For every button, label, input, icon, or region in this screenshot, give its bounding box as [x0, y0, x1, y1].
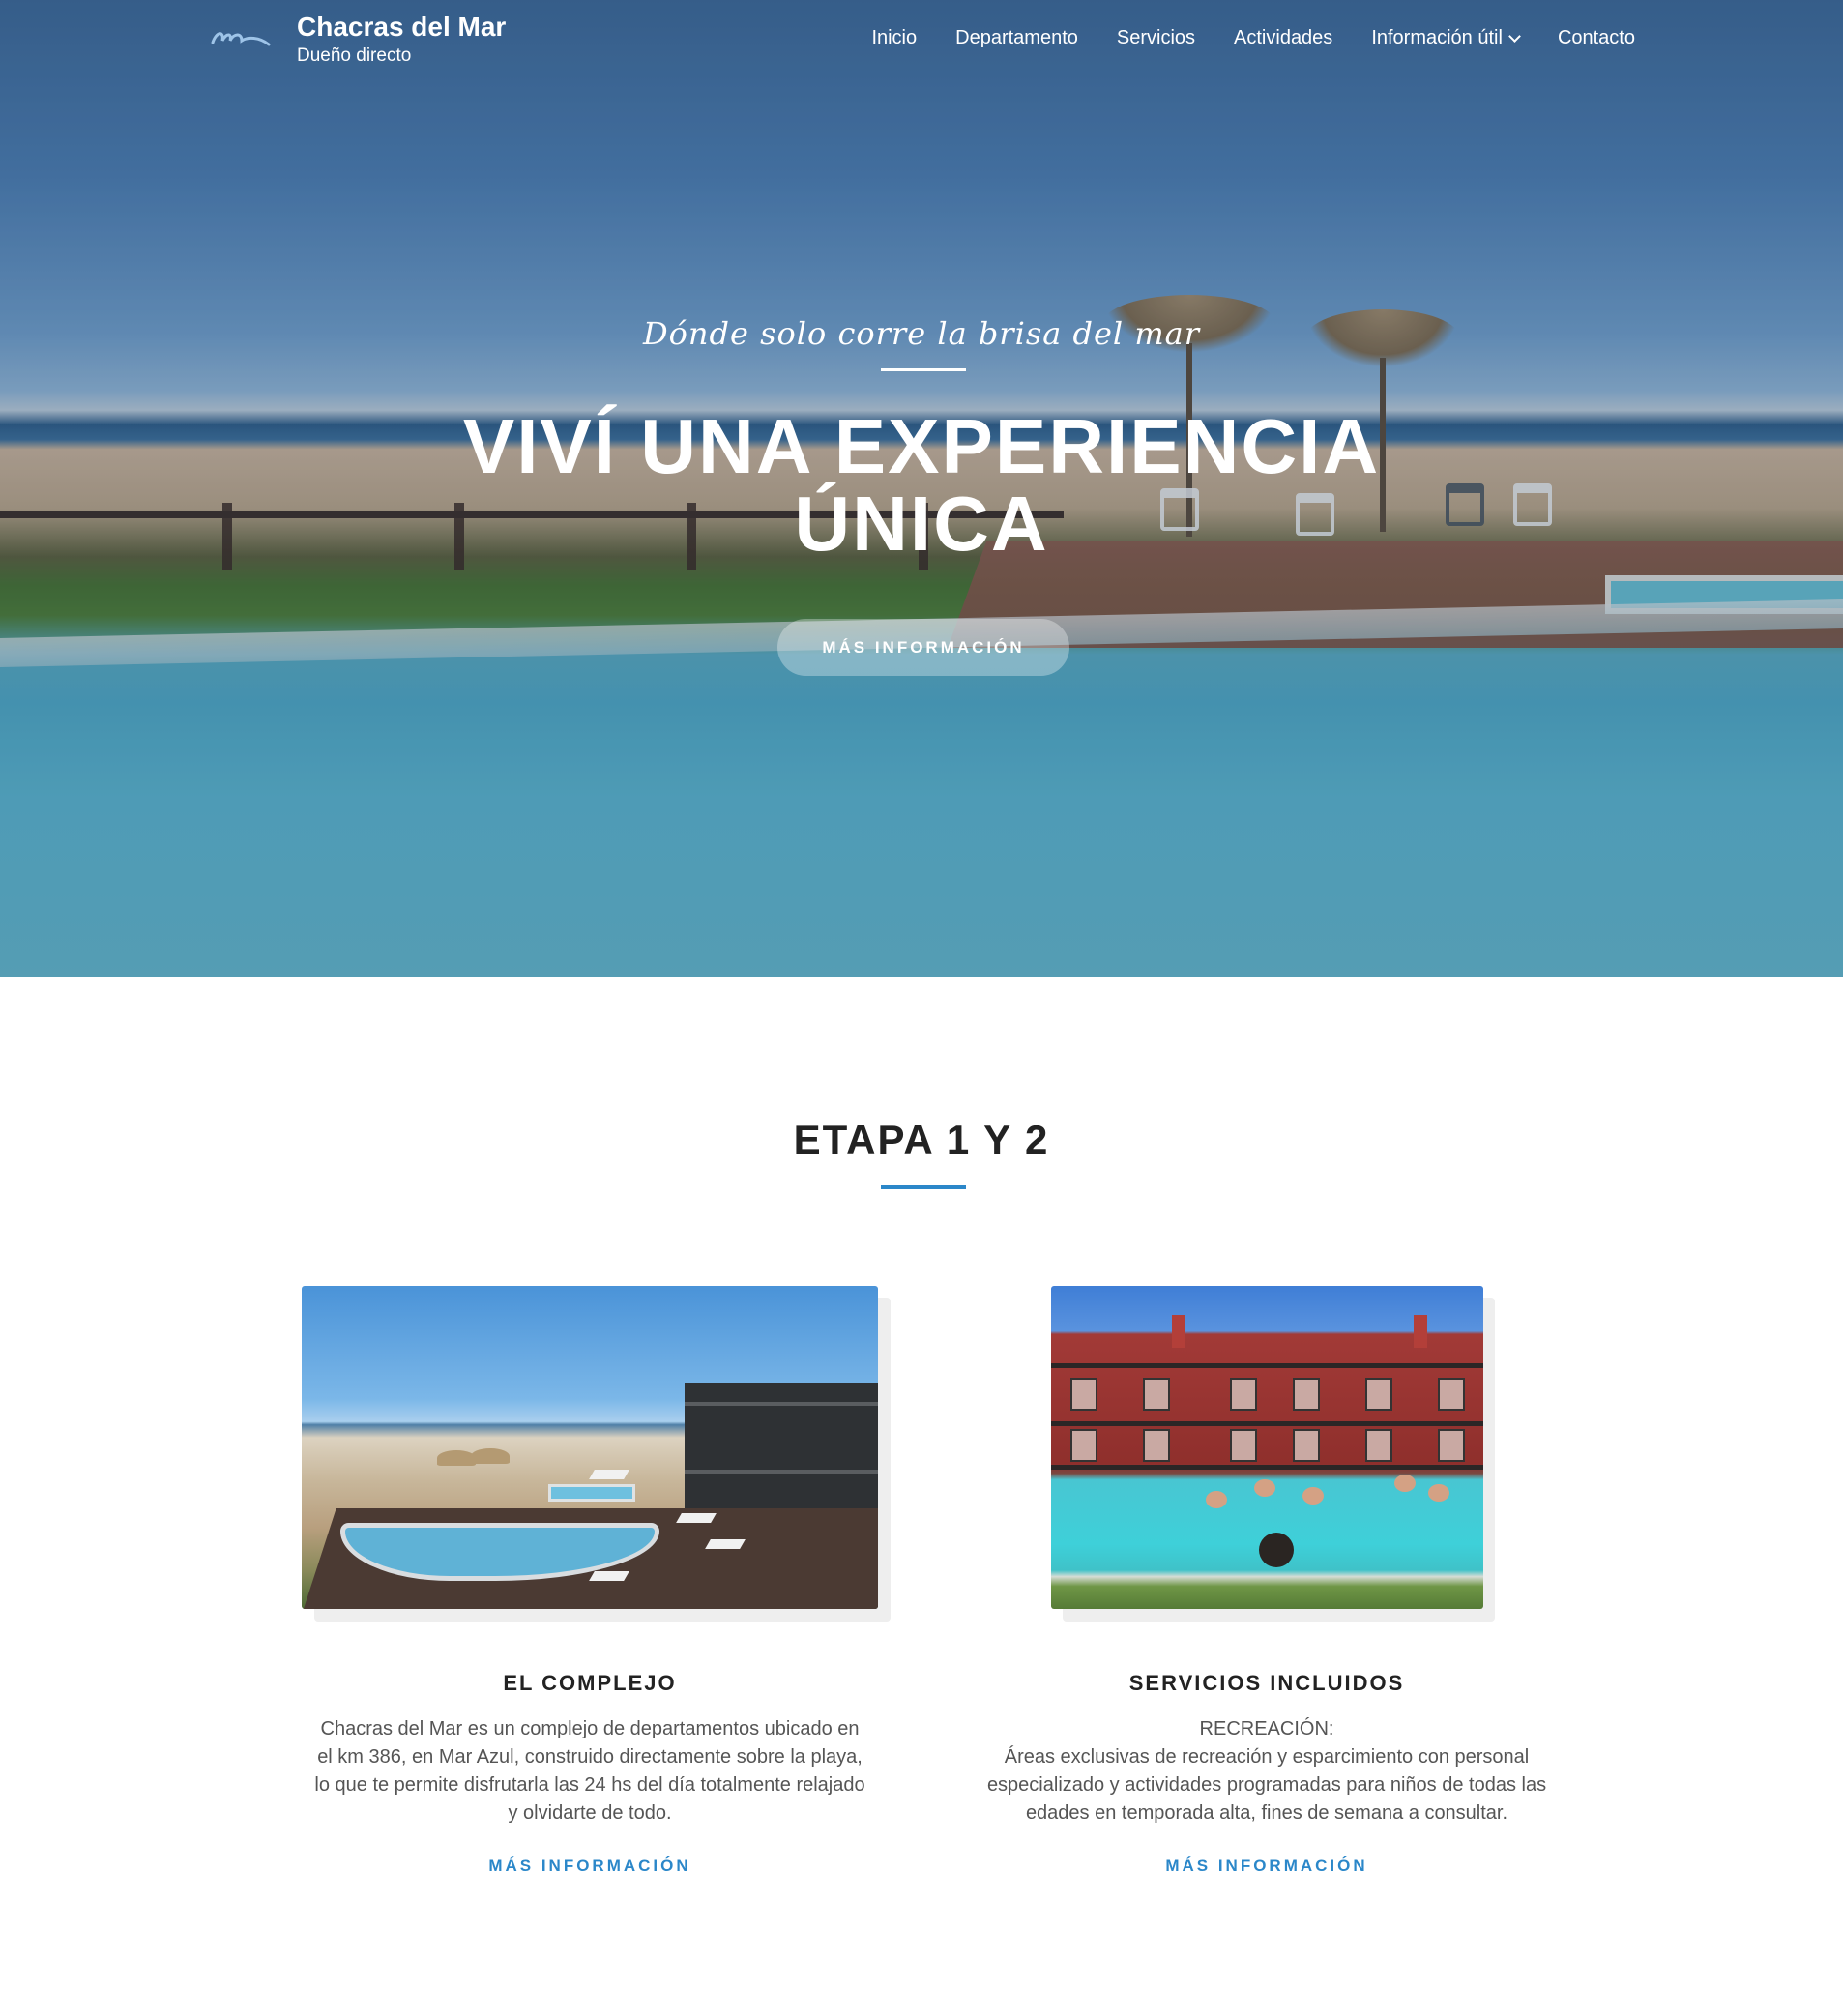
- hero-title: VIVÍ UNA EXPERIENCIA ÚNICA: [462, 403, 1381, 567]
- hero-divider: [881, 368, 966, 371]
- section-divider: [881, 1185, 966, 1189]
- card-title-complejo: EL COMPLEJO: [503, 1671, 677, 1695]
- wave-logo-icon[interactable]: [209, 25, 273, 54]
- card-text-complejo: Chacras del Mar es un complejo de depart…: [314, 1718, 865, 1824]
- pool-recreation-photo[interactable]: [1051, 1286, 1483, 1609]
- menu-item-inicio[interactable]: Inicio: [871, 27, 917, 49]
- hero-more-info-button[interactable]: MÁS INFORMACIÓN: [777, 619, 1069, 676]
- site-tagline: Dueño directo: [297, 45, 412, 66]
- servicios-more-info-link[interactable]: MÁS INFORMACIÓN: [977, 1856, 1557, 1876]
- complejo-more-info-link[interactable]: MÁS INFORMACIÓN: [302, 1856, 878, 1876]
- chevron-down-icon: [1508, 29, 1521, 43]
- site-header: Chacras del Mar Dueño directo Inicio Dep…: [0, 0, 1843, 83]
- card-text-servicios: RECREACIÓN: Áreas exclusivas de recreaci…: [986, 1718, 1547, 1824]
- site-title[interactable]: Chacras del Mar: [297, 12, 506, 43]
- menu-item-departamento[interactable]: Departamento: [955, 27, 1078, 49]
- menu-item-actividades[interactable]: Actividades: [1234, 27, 1332, 49]
- hero-subtitle: Dónde solo corre la brisa del mar: [642, 315, 1201, 352]
- section-title: ETAPA 1 Y 2: [793, 1117, 1050, 1162]
- menu-item-servicios[interactable]: Servicios: [1117, 27, 1195, 49]
- complex-photo[interactable]: [302, 1286, 878, 1609]
- menu-item-informacion-util[interactable]: Información útil: [1371, 27, 1521, 49]
- card-title-servicios: SERVICIOS INCLUIDOS: [1128, 1671, 1405, 1695]
- menu-item-contacto[interactable]: Contacto: [1558, 27, 1635, 49]
- main-menu: Inicio Departamento Servicios Actividade…: [871, 27, 1635, 49]
